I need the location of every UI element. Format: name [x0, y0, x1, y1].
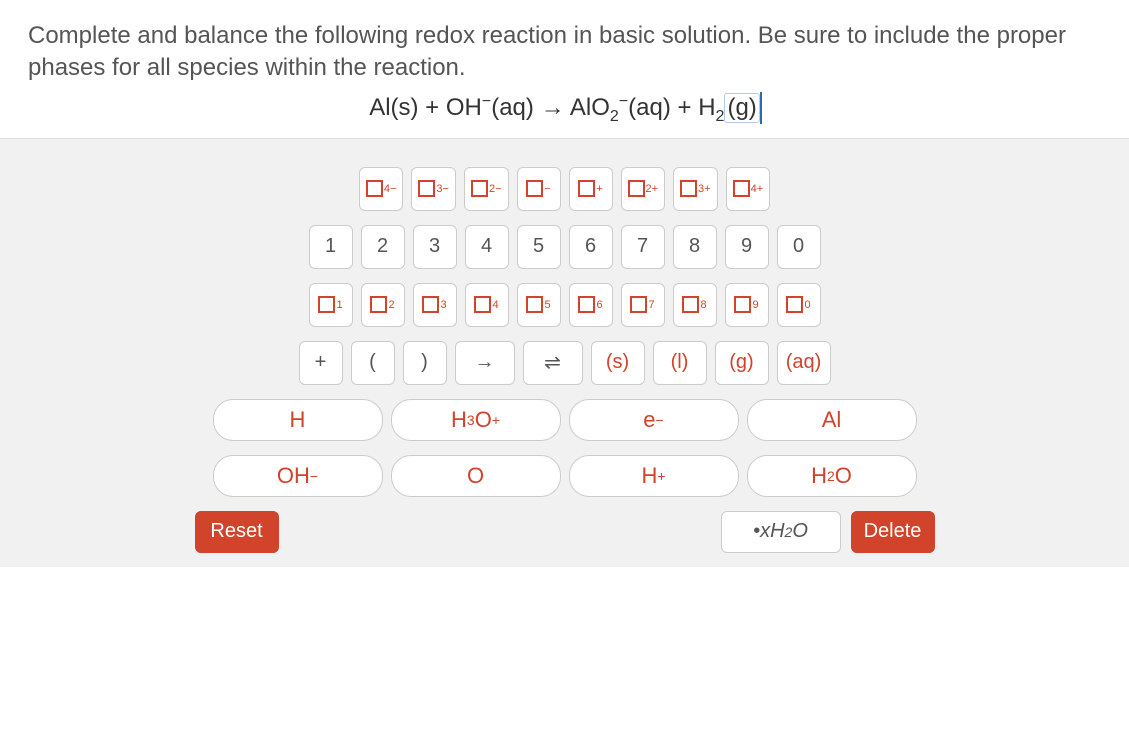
num-0[interactable]: 0: [777, 225, 821, 269]
charge-2minus[interactable]: 2−: [464, 167, 509, 211]
num-6[interactable]: 6: [569, 225, 613, 269]
rparen-button[interactable]: ): [403, 341, 447, 385]
delete-button[interactable]: Delete: [851, 511, 935, 553]
plus-button[interactable]: +: [299, 341, 343, 385]
sub-2[interactable]: 2: [361, 283, 405, 327]
num-3[interactable]: 3: [413, 225, 457, 269]
row-species-1: H H3O+ e− Al: [213, 399, 917, 441]
phase-g[interactable]: (g): [715, 341, 769, 385]
phase-aq[interactable]: (aq): [777, 341, 831, 385]
sub-4[interactable]: 4: [465, 283, 509, 327]
reset-button[interactable]: Reset: [195, 511, 279, 553]
row-charges: 4− 3− 2− − + 2+ 3+ 4+: [359, 167, 770, 211]
arrow-button[interactable]: →: [455, 341, 515, 385]
sub-0[interactable]: 0: [777, 283, 821, 327]
num-7[interactable]: 7: [621, 225, 665, 269]
charge-2plus[interactable]: 2+: [621, 167, 666, 211]
num-5[interactable]: 5: [517, 225, 561, 269]
sub-1[interactable]: 1: [309, 283, 353, 327]
num-9[interactable]: 9: [725, 225, 769, 269]
sub-6[interactable]: 6: [569, 283, 613, 327]
cursor-segment: (g): [724, 93, 759, 123]
species-o[interactable]: O: [391, 455, 561, 497]
row-actions: Reset • x H2O Delete: [195, 511, 935, 553]
charge-minus[interactable]: −: [517, 167, 561, 211]
row-subscripts: 1 2 3 4 5 6 7 8 9 0: [309, 283, 821, 327]
charge-4plus[interactable]: 4+: [726, 167, 771, 211]
row-species-2: OH− O H+ H2O: [213, 455, 917, 497]
num-1[interactable]: 1: [309, 225, 353, 269]
species-h[interactable]: H: [213, 399, 383, 441]
species-h3o-plus[interactable]: H3O+: [391, 399, 561, 441]
species-h-plus[interactable]: H+: [569, 455, 739, 497]
phase-l[interactable]: (l): [653, 341, 707, 385]
row-symbols: + ( ) → ⇌ (s) (l) (g) (aq): [299, 341, 831, 385]
keypad: 4− 3− 2− − + 2+ 3+ 4+ 1 2 3 4 5 6 7 8 9 …: [0, 139, 1129, 567]
num-2[interactable]: 2: [361, 225, 405, 269]
question-text: Complete and balance the following redox…: [0, 0, 1129, 89]
sub-5[interactable]: 5: [517, 283, 561, 327]
num-4[interactable]: 4: [465, 225, 509, 269]
sub-7[interactable]: 7: [621, 283, 665, 327]
sub-8[interactable]: 8: [673, 283, 717, 327]
charge-plus[interactable]: +: [569, 167, 613, 211]
species-h2o[interactable]: H2O: [747, 455, 917, 497]
charge-3minus[interactable]: 3−: [411, 167, 456, 211]
phase-s[interactable]: (s): [591, 341, 645, 385]
sub-3[interactable]: 3: [413, 283, 457, 327]
charge-3plus[interactable]: 3+: [673, 167, 718, 211]
species-oh-minus[interactable]: OH−: [213, 455, 383, 497]
species-electron[interactable]: e−: [569, 399, 739, 441]
num-8[interactable]: 8: [673, 225, 717, 269]
xh2o-button[interactable]: • x H2O: [721, 511, 841, 553]
charge-4minus[interactable]: 4−: [359, 167, 404, 211]
row-numbers: 1 2 3 4 5 6 7 8 9 0: [309, 225, 821, 269]
species-al[interactable]: Al: [747, 399, 917, 441]
lparen-button[interactable]: (: [351, 341, 395, 385]
sub-9[interactable]: 9: [725, 283, 769, 327]
equilibrium-button[interactable]: ⇌: [523, 341, 583, 385]
equation-input[interactable]: Al(s) + OH−(aq) → AlO2−(aq) + H2(g): [0, 89, 1129, 139]
